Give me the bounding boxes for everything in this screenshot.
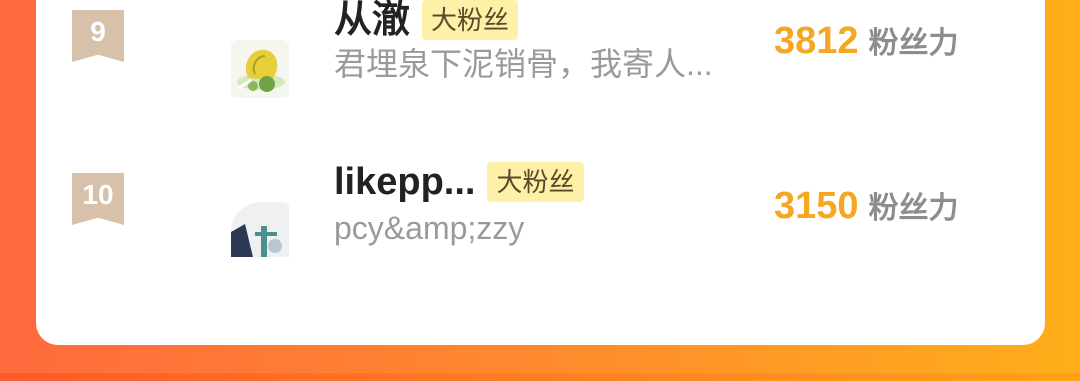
fan-level-badge: 大粉丝 [487, 162, 584, 202]
score-unit: 粉丝力 [868, 27, 959, 60]
user-name-line: 从澈 大粉丝 [334, 0, 519, 42]
fan-power-score: 3150 粉丝力 [774, 183, 959, 228]
bottom-gradient-strip [0, 373, 1080, 381]
user-name-line: likepp... 大粉丝 [334, 160, 584, 204]
avatar[interactable] [231, 202, 289, 257]
user-description: 君埋泉下泥销骨，我寄人... [334, 46, 713, 82]
score-value: 3150 [774, 185, 859, 227]
user-description: pcy&amp;zzy [334, 210, 525, 246]
fan-level-badge: 大粉丝 [422, 0, 519, 40]
avatar[interactable] [231, 40, 289, 98]
ranking-card: 9 从澈 大粉丝 君埋泉下泥销骨，我寄人... 3812 粉丝力 10 like… [36, 0, 1045, 345]
user-name[interactable]: likepp... [334, 160, 475, 204]
fan-power-score: 3812 粉丝力 [774, 18, 959, 63]
user-name[interactable]: 从澈 [334, 0, 410, 42]
score-value: 3812 [774, 20, 859, 62]
rank-badge-icon: 10 [72, 173, 124, 225]
rank-badge-icon: 9 [72, 10, 124, 62]
ranking-row[interactable]: 9 从澈 大粉丝 君埋泉下泥销骨，我寄人... 3812 粉丝力 [36, 0, 1045, 120]
ranking-row[interactable]: 10 likepp... 大粉丝 pcy&amp;zzy 3150 粉丝力 [36, 150, 1045, 290]
rank-number: 10 [82, 179, 114, 210]
photo-avatar-icon [231, 202, 289, 257]
score-unit: 粉丝力 [868, 192, 959, 225]
cartoon-leaf-avatar-icon [237, 49, 285, 92]
rank-number: 9 [90, 16, 106, 47]
